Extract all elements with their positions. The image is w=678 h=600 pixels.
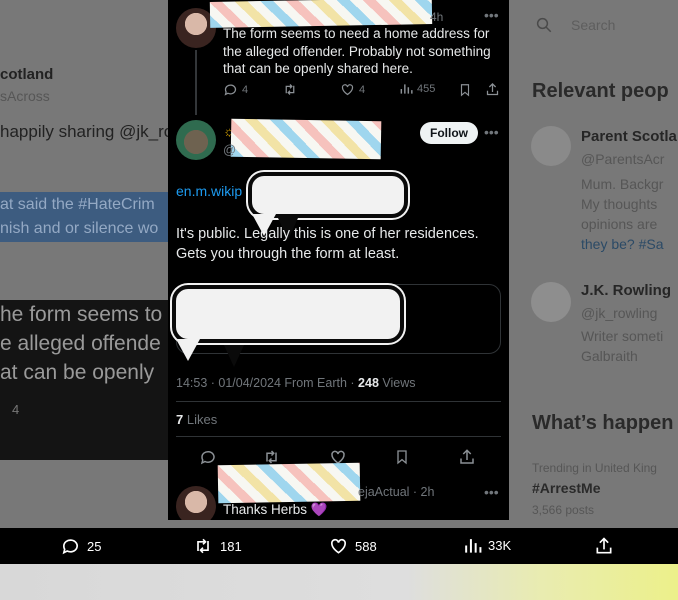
bg-account-name: cotland bbox=[0, 66, 54, 83]
trend-meta: Trending in United King bbox=[532, 461, 657, 475]
like-button[interactable]: 4 bbox=[340, 82, 365, 97]
bg-account-handle: sAcross bbox=[0, 88, 50, 104]
more-icon[interactable]: ••• bbox=[484, 484, 499, 500]
relevant-heading: Relevant peop bbox=[532, 80, 669, 102]
views-count: 248 bbox=[358, 376, 379, 390]
person2-bio: Galbraith bbox=[581, 348, 638, 364]
tweet-time: 4h bbox=[430, 10, 444, 24]
bg-hate-line1: at said the #HateCrim bbox=[0, 196, 155, 213]
person1-handle: @ParentsAcr bbox=[581, 151, 665, 167]
tweet-handle: @ bbox=[223, 142, 237, 157]
whats-happening-heading: What’s happen bbox=[532, 412, 674, 434]
reply-icon bbox=[224, 84, 237, 96]
divider bbox=[176, 401, 501, 402]
thread-line bbox=[195, 50, 197, 115]
redaction-speech-bubble bbox=[172, 285, 404, 367]
reply-button[interactable]: 25 bbox=[60, 536, 101, 556]
views-icon bbox=[400, 84, 413, 94]
like-count: 588 bbox=[355, 538, 377, 554]
avatar[interactable] bbox=[176, 486, 216, 520]
avatar[interactable] bbox=[531, 282, 571, 322]
person2-handle: @jk_rowling bbox=[581, 305, 658, 321]
bottom-action-bar: 25 181 588 33K bbox=[0, 528, 678, 564]
right-sidebar: Search Relevant peop Parent Scotla @Pare… bbox=[509, 0, 678, 528]
divider bbox=[176, 436, 501, 437]
person2-name[interactable]: J.K. Rowling bbox=[581, 282, 671, 299]
more-icon[interactable]: ••• bbox=[484, 124, 499, 140]
trend-tag[interactable]: #ArrestMe bbox=[532, 480, 600, 496]
bookmark-icon[interactable] bbox=[458, 82, 472, 103]
reply-count: 25 bbox=[87, 538, 102, 554]
reply-icon[interactable] bbox=[199, 448, 217, 471]
person1-bio: opinions are bbox=[581, 216, 658, 232]
person1-bio: they be? #Sa bbox=[581, 236, 664, 252]
bg-happily-text: happily sharing @jk_ro bbox=[0, 122, 174, 141]
redaction-tape bbox=[217, 462, 361, 504]
heart-icon bbox=[341, 84, 354, 96]
bg-form-line2: e alleged offende bbox=[0, 332, 161, 355]
avatar[interactable] bbox=[176, 120, 216, 160]
footer-strip bbox=[0, 564, 678, 600]
person2-bio: Writer someti bbox=[581, 328, 664, 344]
tweet-timestamp: 14:53 · 01/04/2024 From Earth · 248 View… bbox=[176, 376, 416, 390]
reply-button[interactable]: 4 bbox=[223, 82, 248, 97]
avatar[interactable] bbox=[531, 126, 571, 166]
views-button[interactable]: 455 bbox=[399, 82, 435, 96]
bg-hate-line2: nish and or silence wo bbox=[0, 220, 159, 237]
redaction-speech-bubble bbox=[248, 172, 408, 240]
wiki-link[interactable]: en.m.wikip bbox=[176, 183, 242, 199]
reply-count: 4 bbox=[242, 83, 249, 96]
person1-name[interactable]: Parent Scotla bbox=[581, 128, 677, 145]
repost-count: 181 bbox=[220, 538, 242, 554]
person1-bio: Mum. Backgr bbox=[581, 176, 664, 192]
trend-posts: 3,566 posts bbox=[532, 503, 595, 517]
person1-bio: My thoughts bbox=[581, 196, 658, 212]
bg-reply-count: 4 bbox=[12, 402, 20, 417]
heart-icon bbox=[331, 538, 346, 554]
views-icon bbox=[465, 539, 482, 553]
share-icon[interactable] bbox=[485, 82, 500, 102]
bg-form-line3: at can be openly bbox=[0, 361, 155, 384]
tweet-text: Thanks Herbs 💜 bbox=[223, 502, 328, 517]
repost-icon bbox=[197, 538, 209, 554]
more-icon[interactable]: ••• bbox=[484, 7, 499, 23]
views-count: 33K bbox=[488, 538, 512, 553]
views-count: 455 bbox=[417, 83, 436, 95]
share-button[interactable] bbox=[594, 536, 614, 556]
share-icon[interactable] bbox=[458, 448, 476, 471]
follow-button[interactable]: Follow bbox=[420, 122, 478, 144]
redaction-tape bbox=[209, 0, 433, 28]
views-button[interactable]: 33K bbox=[463, 536, 511, 555]
tweet-text: The form seems to need a home address fo… bbox=[223, 26, 491, 76]
purple-heart-emoji: 💜 bbox=[310, 502, 328, 517]
reply-icon bbox=[62, 539, 78, 555]
repost-button[interactable] bbox=[282, 82, 298, 97]
share-icon bbox=[596, 537, 612, 554]
tweet-overlay: 4h ••• The form seems to need a home add… bbox=[168, 0, 509, 520]
tweet-text: It's public. Legally this is one of her … bbox=[176, 226, 479, 262]
tweet-handle-time: ejaActual · 2h bbox=[358, 485, 435, 499]
bookmark-icon[interactable] bbox=[394, 448, 410, 471]
like-count: 4 bbox=[359, 83, 366, 96]
like-button[interactable]: 588 bbox=[328, 536, 377, 556]
redaction-tape bbox=[230, 118, 382, 160]
repost-icon bbox=[285, 84, 295, 95]
search-input[interactable]: Search bbox=[571, 17, 615, 33]
likes-summary[interactable]: 7 Likes bbox=[176, 412, 217, 427]
bg-form-line1: he form seems to bbox=[0, 303, 163, 326]
search-icon[interactable] bbox=[535, 16, 553, 39]
repost-button[interactable]: 181 bbox=[192, 536, 242, 556]
